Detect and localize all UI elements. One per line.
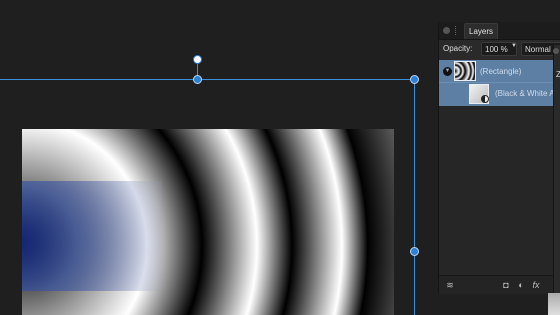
layers-panel: Layers Opacity: 100 % ▼ Normal ▼ (Rectan… bbox=[438, 22, 560, 294]
layer-row-adjustment[interactable]: (Black & White A bbox=[439, 83, 560, 106]
close-icon[interactable] bbox=[443, 27, 450, 34]
selection-bound-top bbox=[0, 79, 416, 80]
opacity-bar: Opacity: 100 % ▼ Normal bbox=[439, 40, 560, 60]
tab-layers[interactable]: Layers bbox=[464, 23, 499, 39]
layer-row-rectangle[interactable]: ▼ (Rectangle) bbox=[439, 60, 560, 82]
layer-label: (Rectangle) bbox=[480, 67, 522, 76]
side-panel-edge bbox=[553, 45, 560, 295]
blend-mode-value: Normal bbox=[525, 45, 551, 54]
top-center-handle[interactable] bbox=[193, 75, 202, 84]
layers-stack-icon[interactable]: ≋ bbox=[445, 280, 455, 290]
side-close-icon[interactable] bbox=[553, 48, 559, 54]
layers-list: ▼ (Rectangle) (Black & White A bbox=[439, 60, 560, 106]
adjustment-circle-icon[interactable]: ◐ bbox=[516, 280, 526, 290]
selection-bound-right bbox=[414, 80, 415, 315]
panel-footer: ≋ ◘ ◐ fx bbox=[439, 275, 560, 294]
fx-icon[interactable]: fx bbox=[531, 280, 541, 290]
grip-icon[interactable] bbox=[455, 26, 458, 35]
top-right-handle[interactable] bbox=[410, 75, 419, 84]
side-tab-label: Z bbox=[556, 70, 560, 79]
right-center-handle[interactable] bbox=[410, 247, 419, 256]
mask-icon[interactable]: ◘ bbox=[501, 280, 511, 290]
expand-triangle-icon[interactable]: ▼ bbox=[443, 67, 452, 76]
layer-label: (Black & White A bbox=[495, 89, 555, 98]
blue-overlay-region bbox=[22, 181, 162, 291]
rotation-handle[interactable] bbox=[193, 55, 202, 64]
adjustment-icon bbox=[481, 95, 489, 103]
chevron-down-icon[interactable]: ▼ bbox=[511, 43, 517, 49]
layer-thumbnail bbox=[454, 61, 476, 81]
opacity-label: Opacity: bbox=[443, 44, 473, 53]
adjustment-thumbnail bbox=[469, 84, 489, 104]
canvas-artwork[interactable] bbox=[22, 129, 394, 315]
opacity-value: 100 % bbox=[485, 45, 508, 54]
corner-preview bbox=[548, 293, 560, 315]
panel-tab-bar: Layers bbox=[439, 22, 560, 40]
